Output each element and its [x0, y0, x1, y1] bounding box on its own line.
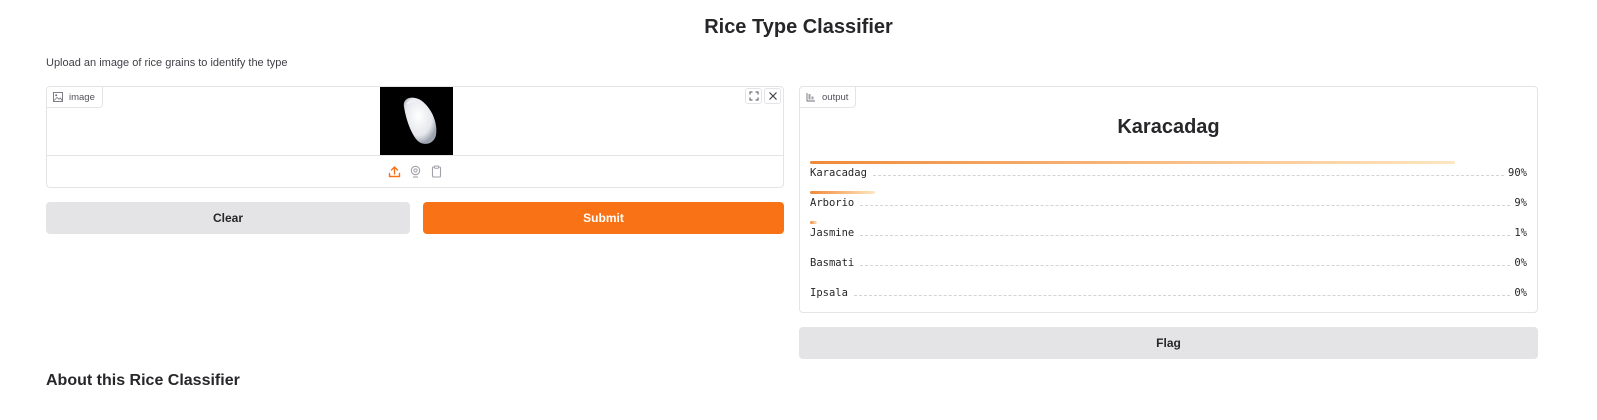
submit-button[interactable]: Submit [423, 202, 784, 234]
close-icon[interactable] [764, 88, 781, 104]
confidence-value: 90% [1508, 167, 1527, 179]
image-input-tag: image [47, 87, 103, 108]
confidence-row: Jasmine 1% [810, 221, 1527, 251]
output-tag-label: output [822, 91, 849, 103]
image-input-panel[interactable]: image [46, 86, 784, 188]
confidence-leader [860, 265, 1511, 266]
confidence-value: 9% [1514, 197, 1527, 209]
confidence-leader [860, 205, 1511, 206]
confidence-value: 1% [1514, 227, 1527, 239]
confidence-label: Ipsala [810, 287, 848, 299]
confidence-label: Basmati [810, 257, 855, 269]
confidence-value: 0% [1514, 287, 1527, 299]
about-heading: About this Rice Classifier [46, 372, 240, 389]
confidence-leader [860, 235, 1511, 236]
confidence-line: Jasmine 1% [810, 227, 1527, 239]
rice-grain-image [403, 97, 437, 144]
confidence-row: Karacadag 90% [810, 161, 1527, 191]
confidence-row: Basmati 0% [810, 251, 1527, 281]
confidence-value: 0% [1514, 257, 1527, 269]
clear-button[interactable]: Clear [46, 202, 410, 234]
page-title: Rice Type Classifier [704, 16, 893, 38]
flag-button[interactable]: Flag [799, 327, 1538, 359]
image-icon [53, 92, 63, 102]
image-input-tag-label: image [69, 91, 95, 103]
confidence-list: Karacadag 90% Arborio 9% Jasmine 1% Basmati 0% I… [810, 161, 1527, 311]
confidence-bar [810, 221, 818, 224]
image-source-toolbar [47, 161, 783, 181]
confidence-row: Arborio 9% [810, 191, 1527, 221]
confidence-line: Karacadag 90% [810, 167, 1527, 179]
confidence-row: Ipsala 0% [810, 281, 1527, 311]
output-panel: output Karacadag Karacadag 90% Arborio 9% Ja… [799, 86, 1538, 313]
confidence-bar [810, 191, 875, 194]
webcam-icon[interactable] [408, 164, 422, 178]
page-description: Upload an image of rice grains to identi… [46, 57, 288, 69]
upload-icon[interactable] [387, 164, 401, 178]
confidence-line: Arborio 9% [810, 197, 1527, 209]
confidence-label: Arborio [810, 197, 855, 209]
confidence-leader [853, 295, 1511, 296]
confidence-line: Ipsala 0% [810, 287, 1527, 299]
predicted-label: Karacadag [1117, 116, 1220, 138]
confidence-label: Karacadag [810, 167, 867, 179]
label-icon [806, 93, 815, 102]
confidence-leader [872, 175, 1505, 176]
confidence-label: Jasmine [810, 227, 855, 239]
clipboard-icon[interactable] [429, 164, 443, 178]
confidence-bar [810, 161, 1456, 164]
uploaded-image-preview [380, 87, 453, 155]
confidence-line: Basmati 0% [810, 257, 1527, 269]
output-tag: output [800, 87, 857, 108]
image-toolbar-divider [47, 155, 783, 156]
image-corner-controls [745, 88, 781, 104]
fullscreen-icon[interactable] [745, 88, 762, 104]
